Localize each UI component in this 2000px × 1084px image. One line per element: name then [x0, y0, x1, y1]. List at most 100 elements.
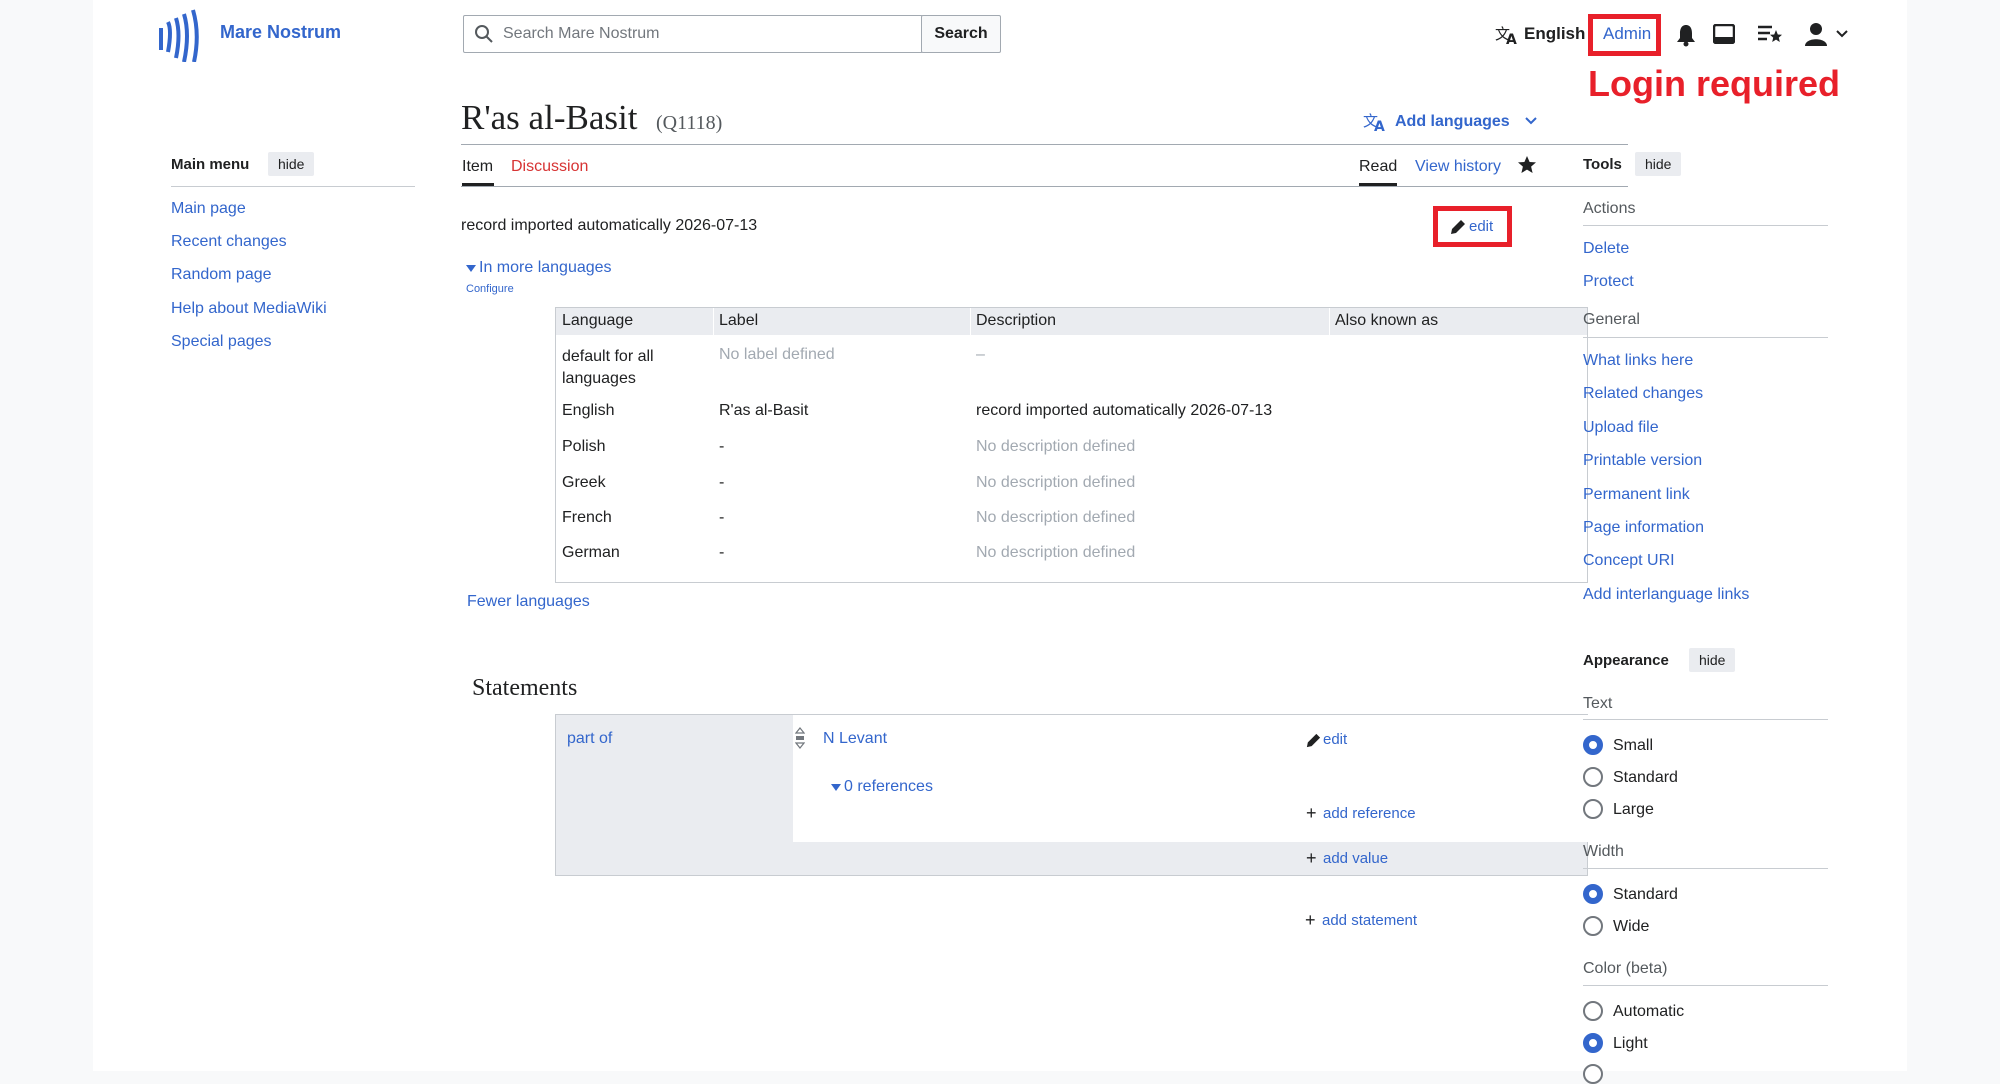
color-heading: Color (beta): [1583, 960, 1668, 977]
row-polish-label[interactable]: -: [719, 438, 724, 456]
add-icon: +: [1306, 848, 1317, 868]
row-polish-language: Polish: [562, 438, 606, 455]
main-menu-title: Main menu: [171, 156, 250, 173]
radio-label-color-light[interactable]: Light: [1613, 1035, 1648, 1053]
references-triangle-icon[interactable]: [831, 784, 841, 792]
add-languages-button[interactable]: Add languages: [1395, 113, 1510, 131]
appearance-title: Appearance: [1583, 652, 1669, 669]
text-size-heading: Text: [1583, 695, 1613, 712]
tool-printable-version[interactable]: Printable version: [1583, 452, 1702, 470]
row-greek-label[interactable]: -: [719, 474, 724, 492]
tool-add-interlanguage-links[interactable]: Add interlanguage links: [1583, 586, 1749, 604]
tools-hide-button[interactable]: hide: [1635, 152, 1682, 176]
tool-concept-uri[interactable]: Concept URI: [1583, 552, 1675, 570]
add-icon: +: [1305, 910, 1316, 930]
language-selector[interactable]: English: [1524, 24, 1585, 44]
radio-label-text-standard[interactable]: Standard: [1613, 769, 1678, 787]
notifications-bell-icon[interactable]: [1676, 23, 1696, 47]
row-greek-description[interactable]: No description defined: [976, 474, 1135, 492]
add-reference-link[interactable]: add reference: [1323, 805, 1416, 822]
tool-protect[interactable]: Protect: [1583, 273, 1634, 291]
radio-width-wide[interactable]: [1583, 916, 1603, 936]
languages-table: Language Label Description Also known as…: [555, 307, 1588, 583]
radio-width-standard[interactable]: [1583, 884, 1603, 904]
row-polish-description[interactable]: No description defined: [976, 438, 1135, 456]
main-menu-hide-button[interactable]: hide: [268, 152, 315, 176]
menu-item-special-pages[interactable]: Special pages: [171, 333, 272, 351]
header-divider: [970, 308, 971, 335]
tab-item[interactable]: Item: [462, 158, 493, 176]
title-underline: [461, 144, 1628, 145]
row-german-description[interactable]: No description defined: [976, 544, 1135, 562]
row-german-language: German: [562, 544, 620, 561]
search-button[interactable]: Search: [921, 15, 1001, 53]
add-languages-chevron-down-icon[interactable]: [1525, 117, 1537, 125]
radio-label-text-small[interactable]: Small: [1613, 737, 1653, 755]
radio-color-dark[interactable]: [1583, 1064, 1603, 1084]
annotation-box-admin: [1588, 14, 1661, 56]
add-statement-link[interactable]: add statement: [1322, 912, 1417, 929]
tabs-underline: [461, 186, 1628, 187]
tool-upload-file[interactable]: Upload file: [1583, 419, 1659, 437]
radio-text-standard[interactable]: [1583, 767, 1603, 787]
notifications-tray-icon[interactable]: [1713, 24, 1735, 44]
row-default-description[interactable]: –: [976, 346, 985, 364]
tool-what-links-here[interactable]: What links here: [1583, 352, 1693, 370]
radio-label-text-large[interactable]: Large: [1613, 801, 1654, 819]
tool-related-changes[interactable]: Related changes: [1583, 385, 1703, 403]
radio-text-small[interactable]: [1583, 735, 1603, 755]
menu-item-recent-changes[interactable]: Recent changes: [171, 233, 287, 251]
radio-label-color-automatic[interactable]: Automatic: [1613, 1003, 1684, 1021]
tab-discussion[interactable]: Discussion: [511, 158, 588, 176]
radio-label-width-wide[interactable]: Wide: [1613, 918, 1649, 936]
width-divider: [1583, 868, 1828, 869]
tab-view-history[interactable]: View history: [1415, 158, 1501, 176]
site-logo-icon[interactable]: [158, 6, 204, 62]
radio-color-automatic[interactable]: [1583, 1001, 1603, 1021]
watchlist-icon[interactable]: [1757, 24, 1783, 44]
radio-label-width-standard[interactable]: Standard: [1613, 886, 1678, 904]
row-english-label[interactable]: R'as al-Basit: [719, 402, 808, 420]
main-menu-divider: [171, 186, 415, 187]
in-more-languages-toggle[interactable]: In more languages: [479, 259, 612, 277]
statement-edit-link[interactable]: edit: [1323, 731, 1347, 748]
menu-item-help[interactable]: Help about MediaWiki: [171, 300, 327, 318]
property-part-of[interactable]: part of: [567, 730, 612, 748]
general-heading: General: [1583, 311, 1640, 328]
add-icon: +: [1306, 803, 1317, 823]
statement-value-link[interactable]: N Levant: [823, 730, 887, 748]
row-default-label[interactable]: No label defined: [719, 346, 835, 364]
radio-color-light[interactable]: [1583, 1033, 1603, 1053]
user-avatar-icon[interactable]: [1805, 22, 1827, 46]
rank-normal-icon[interactable]: [795, 727, 805, 749]
expand-triangle-icon[interactable]: [466, 265, 476, 273]
site-name[interactable]: Mare Nostrum: [220, 22, 341, 43]
radio-text-large[interactable]: [1583, 799, 1603, 819]
configure-link[interactable]: Configure: [466, 283, 514, 295]
user-menu-chevron-down-icon[interactable]: [1835, 29, 1849, 39]
add-value-link[interactable]: add value: [1323, 850, 1388, 867]
statement-group: part of N Levant edit 0 references + add…: [555, 714, 1588, 876]
tab-read[interactable]: Read: [1359, 158, 1397, 176]
row-english-description[interactable]: record imported automatically 2026-07-13: [976, 402, 1272, 420]
menu-item-main-page[interactable]: Main page: [171, 200, 246, 218]
header-divider: [1329, 308, 1330, 335]
search-placeholder: Search Mare Nostrum: [503, 25, 660, 42]
search-icon: [474, 24, 494, 44]
row-german-label[interactable]: -: [719, 544, 724, 562]
watch-star-icon[interactable]: [1517, 155, 1537, 175]
appearance-hide-button[interactable]: hide: [1689, 648, 1736, 672]
tool-delete[interactable]: Delete: [1583, 240, 1629, 258]
tool-page-information[interactable]: Page information: [1583, 519, 1704, 537]
language-icon[interactable]: 文A: [1495, 24, 1519, 46]
row-greek-language: Greek: [562, 474, 606, 491]
search-input[interactable]: Search Mare Nostrum: [463, 15, 923, 53]
tools-title: Tools: [1583, 156, 1622, 173]
actions-heading: Actions: [1583, 200, 1636, 217]
row-french-label[interactable]: -: [719, 509, 724, 527]
row-french-description[interactable]: No description defined: [976, 509, 1135, 527]
references-toggle[interactable]: 0 references: [844, 778, 933, 796]
menu-item-random-page[interactable]: Random page: [171, 266, 272, 284]
fewer-languages-link[interactable]: Fewer languages: [467, 593, 590, 611]
tool-permanent-link[interactable]: Permanent link: [1583, 486, 1690, 504]
